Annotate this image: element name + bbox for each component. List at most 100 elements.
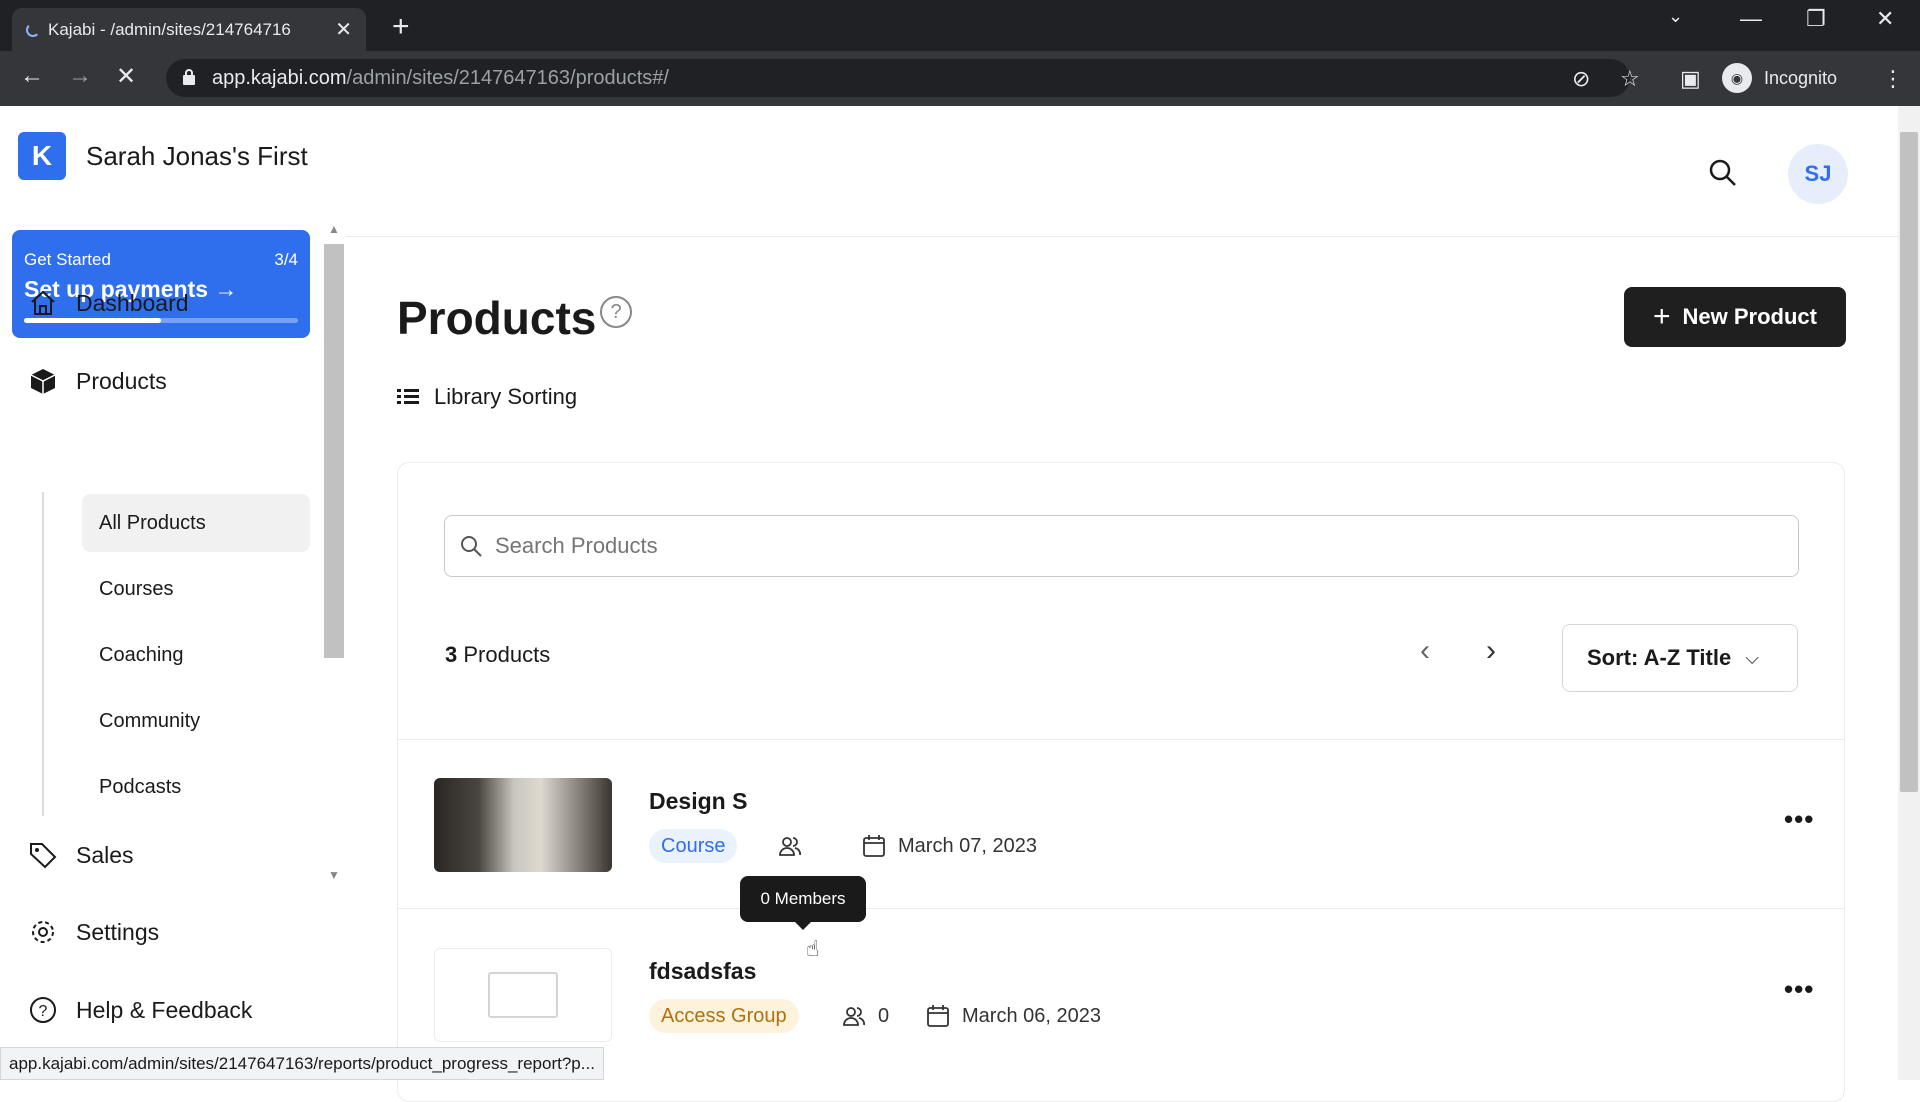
sort-dropdown[interactable]: Sort: A-Z Title ⌵ — [1562, 624, 1798, 692]
back-icon[interactable]: ← — [20, 62, 44, 90]
chevron-down-icon: ⌵ — [1745, 647, 1759, 668]
members-icon — [843, 1007, 865, 1026]
product-thumbnail[interactable] — [434, 948, 612, 1042]
tab-search-icon[interactable]: ⌄ — [1668, 6, 1683, 27]
product-title[interactable]: Design S — [649, 788, 747, 815]
product-count: 3 Products — [445, 642, 551, 667]
minimize-icon[interactable]: — — [1740, 6, 1762, 32]
product-type-badge: Access Group — [649, 999, 799, 1033]
status-bar-url: app.kajabi.com/admin/sites/2147647163/re… — [0, 1047, 604, 1080]
tab-title: Kajabi - /admin/sites/214764716 — [48, 19, 291, 39]
get-started-label: Get Started — [24, 250, 111, 269]
get-started-progress — [24, 318, 298, 323]
list-icon — [397, 389, 419, 404]
search-products-field[interactable] — [444, 515, 1799, 577]
row-divider — [398, 908, 1844, 909]
product-thumbnail[interactable] — [434, 778, 612, 872]
search-products-input[interactable] — [495, 533, 1798, 559]
plus-icon: + — [1653, 300, 1671, 333]
lock-icon — [183, 69, 195, 85]
sidebar-item-settings[interactable]: Settings — [28, 917, 159, 947]
row-divider — [398, 739, 1844, 740]
scroll-down-icon[interactable]: ▼ — [328, 868, 340, 882]
calendar-icon — [863, 835, 885, 857]
product-type-badge: Course — [649, 829, 738, 863]
product-title[interactable]: fdsadsfas — [649, 958, 756, 985]
progress-fill — [24, 318, 161, 323]
sidebar-item-help-feedback[interactable]: ? Help & Feedback — [28, 995, 252, 1025]
sidebar-item-label: Settings — [76, 918, 160, 945]
members-value: 0 — [878, 1004, 890, 1027]
brand[interactable]: K Sarah Jonas's First — [18, 132, 308, 180]
get-started-card[interactable]: Get Started 3/4 Set up payments → — [12, 230, 310, 338]
get-started-count: 3/4 — [274, 250, 298, 269]
new-product-label: New Product — [1682, 304, 1817, 329]
members-count[interactable]: 0 — [842, 1004, 889, 1028]
header-divider — [346, 236, 1898, 237]
sidebar-item-sales[interactable]: Sales — [28, 840, 134, 870]
page-title: Products — [397, 292, 597, 344]
address-bar[interactable]: app.kajabi.com/admin/sites/2147647163/pr… — [166, 59, 1630, 97]
date-value: March 07, 2023 — [898, 834, 1037, 857]
page-scrollbar-thumb[interactable] — [1900, 132, 1918, 792]
sidebar-item-products[interactable]: Products — [28, 366, 167, 396]
sort-label: Sort: A-Z Title — [1587, 645, 1732, 670]
sidebar-subitem-coaching[interactable]: Coaching — [82, 626, 310, 684]
submenu-divider — [42, 492, 44, 816]
browser-tab[interactable]: Kajabi - /admin/sites/214764716 ✕ — [12, 8, 366, 51]
sidebar-scrollbar-thumb[interactable] — [324, 244, 344, 658]
chevron-left-icon[interactable]: ‹ — [1420, 634, 1430, 668]
members-tooltip: 0 Members — [740, 876, 866, 930]
search-icon — [461, 536, 482, 557]
sidebar: K Sarah Jonas's First Get Started 3/4 Se… — [0, 106, 346, 1080]
new-tab-icon[interactable]: + — [392, 10, 410, 44]
incognito-icon: ◉ — [1722, 63, 1752, 93]
help-icon[interactable]: ? — [600, 296, 632, 328]
search-icon[interactable] — [1708, 158, 1738, 188]
sidebar-subitem-courses[interactable]: Courses — [82, 560, 310, 618]
close-window-icon[interactable]: ✕ — [1876, 6, 1894, 32]
menu-dots-icon[interactable]: ⋮ — [1882, 66, 1904, 92]
stop-loading-icon[interactable]: ✕ — [116, 62, 136, 91]
incognito-indicator[interactable]: ◉ Incognito — [1722, 60, 1837, 96]
sidebar-subitem-community[interactable]: Community — [82, 692, 310, 750]
gear-icon — [32, 921, 54, 943]
members-count[interactable] — [778, 834, 814, 858]
home-icon — [31, 290, 55, 315]
library-sorting-link[interactable]: Library Sorting — [396, 384, 577, 410]
site-name: Sarah Jonas's First — [86, 140, 308, 171]
image-placeholder-icon — [488, 972, 558, 1018]
sidebar-subitem-podcasts[interactable]: Podcasts — [82, 758, 310, 816]
created-date: March 07, 2023 — [862, 834, 1037, 858]
close-tab-icon[interactable]: ✕ — [335, 17, 352, 42]
scroll-up-icon[interactable]: ▲ — [328, 222, 340, 236]
new-product-button[interactable]: + New Product — [1624, 287, 1846, 347]
library-sorting-label: Library Sorting — [434, 384, 578, 409]
avatar[interactable]: SJ — [1788, 144, 1848, 204]
sidebar-subitem-all-products[interactable]: All Products — [82, 494, 310, 552]
hand-cursor-icon: ☝ — [806, 936, 820, 961]
side-panel-icon[interactable]: ▣ — [1680, 66, 1701, 92]
url-host: app.kajabi.com — [212, 66, 347, 89]
chevron-right-icon[interactable]: › — [1486, 634, 1496, 668]
tag-icon — [30, 843, 57, 869]
eye-off-icon[interactable]: ⊘ — [1572, 66, 1590, 92]
sidebar-item-dashboard[interactable]: Dashboard — [28, 288, 189, 318]
forward-icon[interactable]: → — [68, 62, 92, 90]
incognito-label: Incognito — [1764, 67, 1838, 88]
url-path: /admin/sites/2147647163/products#/ — [346, 66, 669, 89]
sidebar-item-label: Dashboard — [76, 289, 189, 316]
sidebar-item-label: Sales — [76, 841, 134, 868]
kajabi-logo-icon: K — [18, 132, 66, 180]
kajabi-app: K Sarah Jonas's First Get Started 3/4 Se… — [0, 106, 1920, 1102]
sidebar-item-label: Products — [76, 367, 167, 394]
sidebar-item-label: Help & Feedback — [76, 996, 253, 1023]
calendar-icon — [927, 1005, 949, 1027]
more-options-icon[interactable]: ••• — [1784, 974, 1814, 1005]
help-circle-icon: ? — [30, 997, 56, 1023]
star-icon[interactable]: ☆ — [1620, 66, 1640, 92]
svg-text:?: ? — [39, 1003, 48, 1020]
loading-icon — [26, 23, 40, 37]
more-options-icon[interactable]: ••• — [1784, 804, 1814, 835]
restore-icon[interactable]: ❐ — [1806, 6, 1826, 32]
